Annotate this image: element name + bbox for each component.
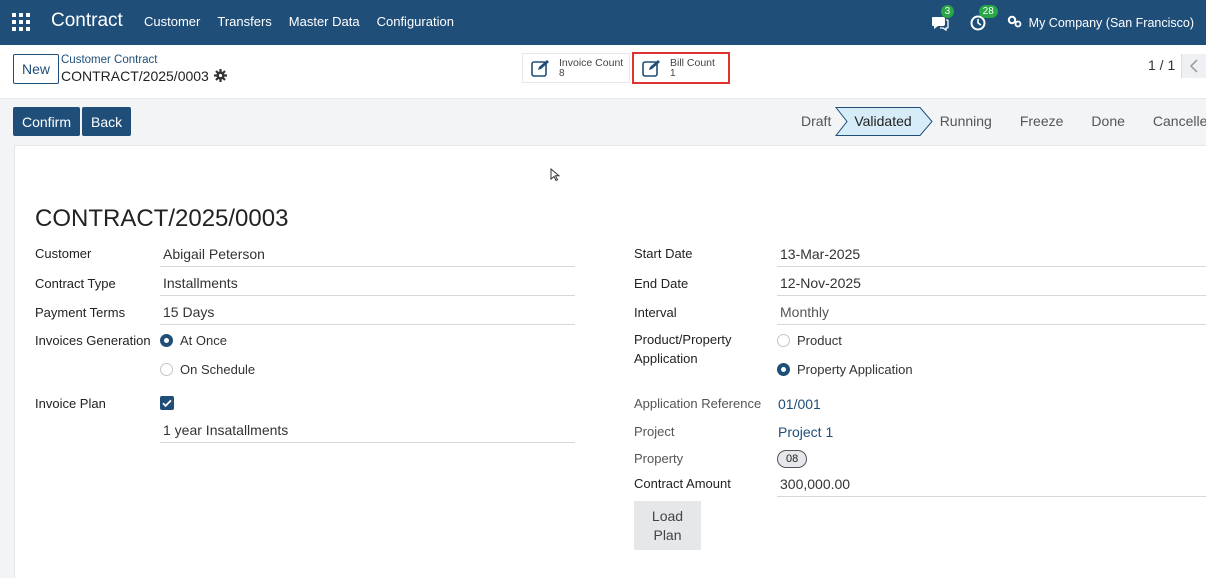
bill-count-value: 1 — [670, 67, 676, 79]
start-date-field[interactable]: 13-Mar-2025 — [777, 243, 1206, 267]
load-plan-button[interactable]: Load Plan — [634, 501, 701, 550]
confirm-button[interactable]: Confirm — [13, 107, 81, 136]
property-tag[interactable]: 08 — [777, 450, 808, 468]
payment-terms-field[interactable]: 15 Days — [160, 301, 575, 325]
radio-on-schedule[interactable]: On Schedule — [160, 362, 255, 377]
invoice-plan-checkbox[interactable] — [160, 396, 174, 410]
radio-property-application[interactable]: Property Application — [777, 362, 913, 377]
end-date-label: End Date — [634, 276, 689, 291]
contract-amount-field[interactable]: 300,000.00 — [777, 473, 1206, 497]
invoice-count-value: 8 — [559, 67, 565, 79]
invoices-generation-label: Invoices Generation — [35, 333, 151, 348]
new-button[interactable]: New — [13, 54, 60, 84]
property-label: Property — [634, 451, 684, 466]
record-title: CONTRACT/2025/0003 — [35, 205, 289, 232]
bill-count-button[interactable]: Bill Count 1 — [632, 52, 730, 84]
application-reference-label: Application Reference — [634, 396, 762, 411]
stage-done[interactable]: Done — [1077, 107, 1138, 136]
back-button[interactable]: Back — [82, 107, 132, 136]
radio-at-once[interactable]: At Once — [160, 333, 227, 348]
interval-label: Interval — [634, 305, 677, 320]
checkmark-icon — [162, 399, 172, 408]
radio-off-icon — [777, 334, 790, 347]
breadcrumb-current: CONTRACT/2025/0003 — [61, 68, 209, 84]
stage-validated-label: Validated — [854, 113, 912, 129]
product-property-label-line2: Application — [634, 351, 698, 366]
product-property-label-line1: Product/Property — [634, 332, 732, 347]
contract-amount-label: Contract Amount — [634, 476, 731, 491]
radio-on-icon — [160, 334, 173, 347]
end-date-field[interactable]: 12-Nov-2025 — [777, 272, 1206, 296]
edit-icon — [531, 60, 549, 77]
payment-terms-label: Payment Terms — [35, 305, 126, 320]
invoice-count-button[interactable]: Invoice Count 8 — [522, 53, 630, 83]
customer-label: Customer — [35, 246, 92, 261]
top-navbar: Contract Customer Transfers Master Data … — [0, 0, 1206, 45]
activities-icon[interactable]: 28 — [969, 4, 998, 32]
pager-previous-button[interactable] — [1181, 54, 1206, 78]
stage-running[interactable]: Running — [926, 107, 1006, 136]
project-link[interactable]: Project 1 — [778, 424, 833, 440]
contract-type-field[interactable]: Installments — [160, 272, 575, 296]
stage-cancelled[interactable]: Cancelled — [1139, 107, 1206, 136]
stage-validated[interactable]: Validated — [835, 107, 934, 136]
menu-customer[interactable]: Customer — [144, 14, 200, 29]
load-plan-label-line1: Load — [651, 507, 684, 524]
control-panel: New Customer Contract CONTRACT/2025/0003… — [0, 45, 1206, 99]
systray: 3 28 My Company (San Francisco) — [931, 0, 1206, 45]
chevron-left-icon — [1189, 59, 1198, 73]
application-reference-link[interactable]: 01/001 — [778, 396, 821, 412]
company-switch-icon[interactable] — [1007, 14, 1022, 32]
menu-master-data[interactable]: Master Data — [289, 14, 360, 29]
radio-property-application-label: Property Application — [797, 362, 913, 377]
invoice-count-label: Invoice Count — [559, 56, 624, 69]
interval-field[interactable]: Monthly — [777, 301, 1206, 325]
radio-product-label: Product — [797, 333, 842, 348]
top-menu: Customer Transfers Master Data Configura… — [144, 14, 471, 29]
stage-freeze[interactable]: Freeze — [1006, 107, 1078, 136]
radio-on-schedule-label: On Schedule — [180, 362, 256, 377]
activities-badge: 28 — [978, 4, 998, 18]
messages-icon[interactable]: 3 — [931, 4, 955, 32]
bill-count-label: Bill Count — [670, 56, 715, 69]
app-title[interactable]: Contract — [51, 10, 123, 32]
start-date-label: Start Date — [634, 246, 693, 261]
project-label: Project — [634, 424, 675, 439]
messages-badge: 3 — [940, 4, 955, 18]
mouse-cursor-icon — [550, 168, 560, 182]
edit-icon — [642, 60, 660, 77]
status-bar: Draft Validated Running Freeze Done Canc… — [787, 107, 1206, 136]
pager-value[interactable]: 1 / 1 — [1148, 57, 1175, 73]
customer-field[interactable]: Abigail Peterson — [160, 243, 575, 267]
load-plan-label-line2: Plan — [653, 526, 682, 543]
radio-off-icon — [160, 363, 173, 376]
gear-icon[interactable] — [214, 69, 227, 82]
company-name[interactable]: My Company (San Francisco) — [1029, 16, 1194, 30]
radio-product[interactable]: Product — [777, 333, 842, 348]
breadcrumb-parent[interactable]: Customer Contract — [61, 54, 158, 66]
apps-menu-icon[interactable] — [12, 13, 30, 31]
radio-on-icon — [777, 363, 790, 376]
menu-transfers[interactable]: Transfers — [217, 14, 271, 29]
radio-at-once-label: At Once — [180, 333, 227, 348]
invoice-plan-field[interactable]: 1 year Insatallments — [160, 419, 575, 443]
invoice-plan-label: Invoice Plan — [35, 396, 106, 411]
contract-type-label: Contract Type — [35, 276, 116, 291]
menu-configuration[interactable]: Configuration — [377, 14, 454, 29]
